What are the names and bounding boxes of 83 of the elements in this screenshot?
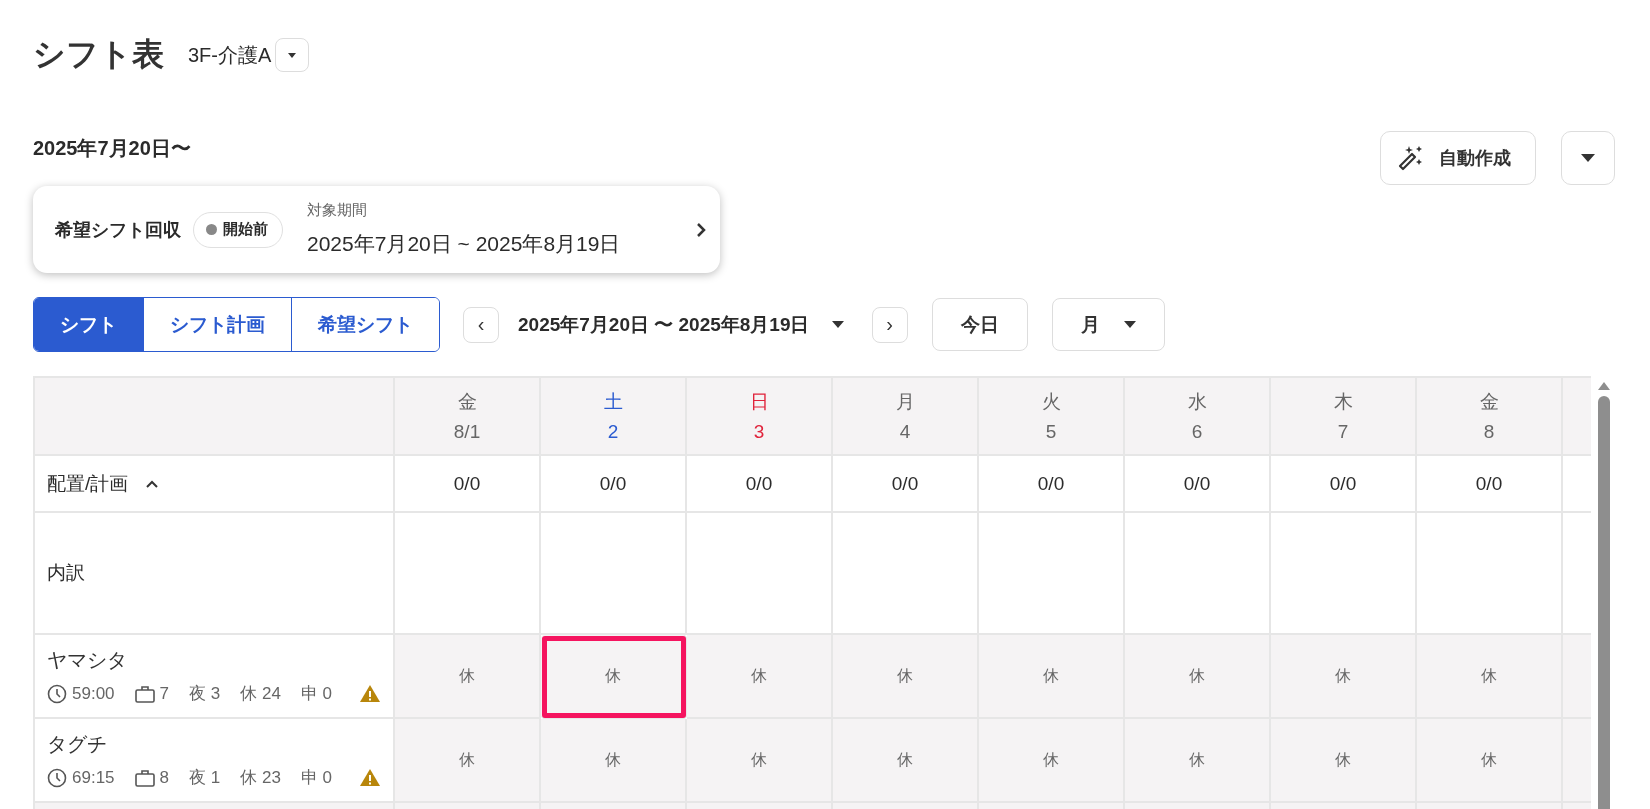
weekday-label: 火 — [1041, 390, 1061, 414]
unit-dropdown-button[interactable] — [275, 38, 310, 72]
briefcase-icon — [134, 684, 155, 703]
view-mode-dropdown[interactable]: 月 — [1051, 298, 1165, 351]
count-cell: 0/0 — [1125, 456, 1271, 513]
card-title: 希望シフト回収 — [55, 218, 181, 242]
more-options-button[interactable] — [1561, 131, 1615, 185]
chevron-right-icon — [696, 221, 706, 238]
count-cell: 0/0 — [833, 456, 979, 513]
weekday-label: 金 — [457, 390, 477, 414]
shift-cell[interactable]: 休 — [1271, 719, 1417, 803]
staff-name: タグチ — [47, 732, 108, 757]
weekday-label: 日 — [749, 390, 769, 414]
view-tab[interactable]: シフト — [34, 298, 143, 351]
staff-stat: 8 — [159, 767, 169, 788]
shift-cell[interactable]: 休 — [1417, 635, 1563, 719]
briefcase-icon — [134, 768, 155, 787]
caret-icon — [287, 51, 298, 59]
period-value: 2025年7月20日 ~ 2025年8月19日 — [307, 231, 622, 257]
date-label: 6 — [1191, 421, 1203, 443]
date-range-label[interactable]: 2025年7月20日 〜 2025年8月19日 — [518, 311, 810, 338]
date-label: 2 — [607, 421, 619, 443]
auto-create-button[interactable]: 自動作成 — [1380, 131, 1536, 185]
shift-cell[interactable]: 休 — [1271, 635, 1417, 719]
page-title: シフト表 — [33, 35, 164, 74]
shift-cell[interactable]: 休 — [1417, 719, 1563, 803]
previous-button[interactable]: ‹ — [463, 306, 499, 343]
status-dot-icon — [206, 224, 217, 235]
clock-icon — [47, 683, 67, 704]
count-cell: 0/0 — [395, 456, 541, 513]
staff-stat: 申 0 — [300, 767, 333, 789]
shift-cell[interactable]: 休 — [979, 635, 1125, 719]
magic-wand-icon — [1397, 145, 1423, 171]
shift-cell[interactable]: 休 — [395, 719, 541, 803]
staff-stat: 7 — [159, 683, 169, 704]
caret-icon — [831, 321, 844, 328]
staff-stat: 夜 1 — [189, 767, 221, 789]
shift-cell[interactable]: 休 — [833, 719, 979, 803]
shift-cell[interactable]: 休 — [395, 635, 541, 719]
count-cell: 0/0 — [541, 456, 687, 513]
collection-card[interactable]: 希望シフト回収 開始前 対象期間 2025年7月20日 ~ 2025年8月19日 — [33, 186, 720, 273]
staff-stat: 59:00 — [72, 683, 115, 704]
staff-stat: 69:15 — [72, 767, 115, 788]
today-button[interactable]: 今日 — [931, 298, 1028, 351]
staff-stat: 休 24 — [240, 683, 281, 705]
count-cell: 0/0 — [979, 456, 1125, 513]
count-cell: 0/0 — [687, 456, 833, 513]
clock-icon — [47, 767, 67, 788]
unit-name: 3F-介護A — [188, 42, 272, 68]
caret-icon — [1123, 321, 1136, 328]
staff-stat: 申 0 — [300, 683, 333, 705]
date-label: 8 — [1483, 421, 1495, 443]
date-label: 4 — [899, 421, 911, 443]
shift-cell[interactable]: 休 — [979, 719, 1125, 803]
caret-icon — [1581, 154, 1595, 162]
scroll-up-icon — [1598, 382, 1610, 390]
shift-cell[interactable]: 休 — [541, 635, 687, 719]
shift-cell[interactable]: 休 — [1125, 635, 1271, 719]
shift-cell[interactable]: 休 — [1125, 719, 1271, 803]
weekday-label: 月 — [895, 390, 915, 414]
row-label: 内訳 — [47, 561, 85, 585]
shift-cell[interactable]: 休 — [833, 635, 979, 719]
staff-stat: 夜 3 — [189, 683, 221, 705]
date-label: 5 — [1045, 421, 1057, 443]
view-tab[interactable]: 希望シフト — [291, 298, 439, 351]
row-label: 配置/計画 — [47, 471, 129, 496]
date-label: 8/1 — [453, 421, 481, 443]
period-label: 対象期間 — [307, 201, 368, 220]
period-heading: 2025年7月20日〜 — [33, 136, 191, 161]
shift-cell[interactable]: 休 — [687, 635, 833, 719]
weekday-label: 金 — [1479, 390, 1499, 414]
weekday-label: 土 — [603, 390, 623, 414]
shift-cell[interactable]: 休 — [541, 719, 687, 803]
count-cell: 0/0 — [1417, 456, 1563, 513]
shift-cell[interactable]: 休 — [687, 719, 833, 803]
next-button[interactable]: › — [871, 306, 908, 343]
weekday-label: 木 — [1333, 390, 1353, 414]
staff-stat: 休 23 — [240, 767, 281, 789]
weekday-label: 水 — [1187, 390, 1207, 414]
count-cell: 0/0 — [1271, 456, 1417, 513]
date-label: 7 — [1337, 421, 1349, 443]
staff-name: ヤマシタ — [47, 648, 128, 673]
date-label: 3 — [753, 421, 765, 443]
